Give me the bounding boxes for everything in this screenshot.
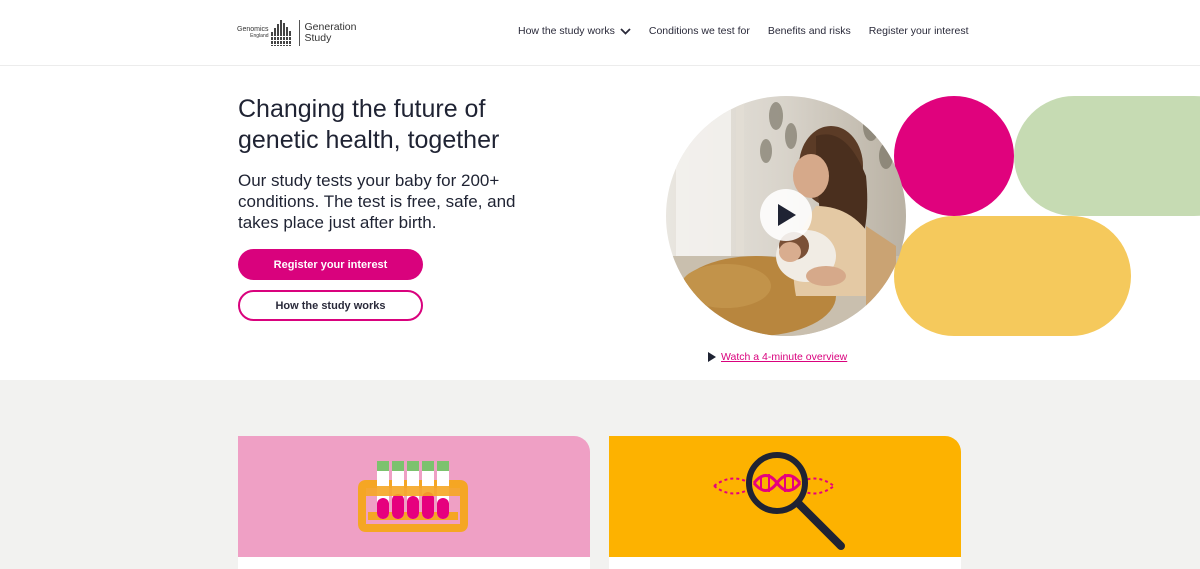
decorative-yellow-pill xyxy=(894,216,1131,336)
nav-item-register-interest[interactable]: Register your interest xyxy=(869,25,969,37)
nav-item-conditions[interactable]: Conditions we test for xyxy=(649,25,750,37)
nav-item-how-the-study-works[interactable]: How the study works xyxy=(518,25,631,37)
register-interest-button[interactable]: Register your interest xyxy=(238,249,423,280)
feature-card-tests[interactable] xyxy=(238,436,590,569)
how-study-works-button[interactable]: How the study works xyxy=(238,290,423,321)
nav-item-label: Register your interest xyxy=(868,25,969,37)
feature-card-genome[interactable] xyxy=(609,436,961,569)
nav-item-label: How the study works xyxy=(518,25,615,37)
watch-overview-label: Watch a 4-minute overview xyxy=(721,351,848,363)
play-icon xyxy=(778,204,796,226)
site-logo[interactable]: Genomics England Generation Study xyxy=(237,19,356,47)
hero-title: Changing the future of genetic health, t… xyxy=(238,95,500,154)
hero-subtitle: Our study tests your baby for 200+ condi… xyxy=(238,171,516,232)
test-tubes-icon xyxy=(358,461,468,532)
generation-study-wordmark: Generation Study xyxy=(304,21,357,44)
building-logo-icon xyxy=(270,20,291,46)
play-triangle-icon xyxy=(708,352,716,362)
nav-item-label: Conditions we test for xyxy=(648,25,750,37)
watch-overview-link[interactable]: Watch a 4-minute overview xyxy=(708,351,847,363)
play-video-button[interactable] xyxy=(760,189,812,241)
logo-divider xyxy=(298,20,300,46)
site-header: Genomics England Generation Study How th… xyxy=(0,0,1200,66)
card-body xyxy=(238,557,590,569)
nav-item-label: Benefits and risks xyxy=(767,25,851,37)
genomics-england-wordmark: Genomics England xyxy=(237,26,269,39)
dna-magnifier-icon xyxy=(713,452,845,550)
decorative-magenta-circle xyxy=(894,96,1014,216)
chevron-down-icon xyxy=(620,27,631,35)
decorative-green-pill xyxy=(1014,96,1200,216)
card-body xyxy=(609,557,961,569)
nav-item-benefits-risks[interactable]: Benefits and risks xyxy=(768,25,851,37)
main-nav: How the study works Conditions we test f… xyxy=(518,25,969,37)
features-section xyxy=(0,380,1200,569)
